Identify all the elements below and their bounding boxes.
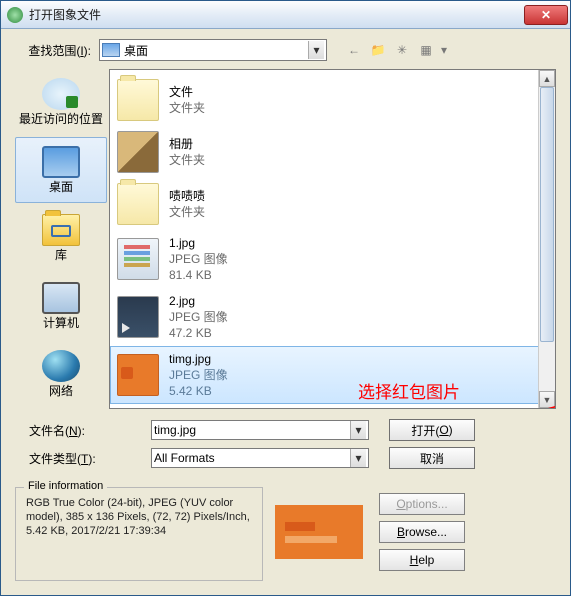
lookin-value: 桌面 [124,42,308,59]
vertical-scrollbar[interactable]: ▲ ▼ [538,70,555,408]
new-folder-icon[interactable]: ✳ [393,41,411,59]
place-computer[interactable]: 计算机 [15,273,107,339]
open-file-dialog: 打开图象文件 ✕ 查找范围(I): 桌面 ▾ ← 📁 ✳ ▦ ▾ [0,0,571,596]
place-recent[interactable]: 最近访问的位置 [15,69,107,135]
place-libraries[interactable]: 库 [15,205,107,271]
chevron-down-icon[interactable]: ▾ [350,421,366,439]
list-item[interactable]: 2.jpgJPEG 图像47.2 KB [110,288,555,346]
image-thumb-icon [117,238,159,280]
desktop-icon [102,43,120,57]
nav-toolbar: ← 📁 ✳ ▦ ▾ [345,41,447,59]
computer-icon [42,282,80,314]
up-folder-icon[interactable]: 📁 [369,41,387,59]
folder-icon [117,79,159,121]
list-item[interactable]: 文件文件夹 [110,74,555,126]
place-desktop[interactable]: 桌面 [15,137,107,203]
list-item[interactable]: 1.jpgJPEG 图像81.4 KB [110,230,555,288]
titlebar: 打开图象文件 ✕ [1,1,570,29]
window-title: 打开图象文件 [29,6,524,23]
preview-thumbnail [275,505,363,559]
fileinfo-legend: File information [24,480,107,492]
list-item-selected[interactable]: timg.jpgJPEG 图像5.42 KB [110,346,555,404]
lookin-label: 查找范围(I): [15,42,99,59]
chevron-down-icon[interactable]: ▾ [308,41,324,59]
filetype-label: 文件类型(T): [15,450,115,467]
annotation-arrow-icon [370,404,556,409]
filename-value: timg.jpg [154,423,196,437]
list-item[interactable]: 相册文件夹 [110,126,555,178]
places-bar: 最近访问的位置 桌面 库 计算机 网络 [15,69,107,409]
browse-button[interactable]: Browse... [379,521,465,543]
scroll-thumb[interactable] [540,87,554,342]
lookin-combobox[interactable]: 桌面 ▾ [99,39,327,61]
filetype-value: All Formats [154,451,215,465]
image-thumb-icon [117,296,159,338]
folder-icon [117,131,159,173]
file-information-group: File information RGB True Color (24-bit)… [15,487,263,581]
library-icon [42,214,80,246]
close-button[interactable]: ✕ [524,5,568,25]
folder-icon [117,183,159,225]
list-item[interactable]: 啧啧啧文件夹 [110,178,555,230]
view-mode-icon[interactable]: ▦ [417,41,435,59]
image-thumb-icon [117,354,159,396]
scroll-track[interactable] [539,87,555,391]
place-network[interactable]: 网络 [15,341,107,407]
options-button[interactable]: Options... [379,493,465,515]
recent-icon [42,78,80,110]
network-icon [42,350,80,382]
scroll-up-icon[interactable]: ▲ [539,70,555,87]
file-list[interactable]: 文件文件夹 相册文件夹 啧啧啧文件夹 1.jpgJPEG 图像81.4 KB [109,69,556,409]
filename-combobox[interactable]: timg.jpg ▾ [151,420,369,440]
fileinfo-text: RGB True Color (24-bit), JPEG (YUV color… [26,496,252,538]
desktop-place-icon [42,146,80,178]
open-button[interactable]: 打开(O) [389,419,475,441]
app-icon [7,7,23,23]
help-button[interactable]: Help [379,549,465,571]
view-dropdown-icon[interactable]: ▾ [441,43,447,57]
filetype-combobox[interactable]: All Formats ▾ [151,448,369,468]
chevron-down-icon[interactable]: ▾ [350,449,366,467]
filename-label: 文件名(N): [15,422,115,439]
cancel-button[interactable]: 取消 [389,447,475,469]
back-icon[interactable]: ← [345,41,363,59]
